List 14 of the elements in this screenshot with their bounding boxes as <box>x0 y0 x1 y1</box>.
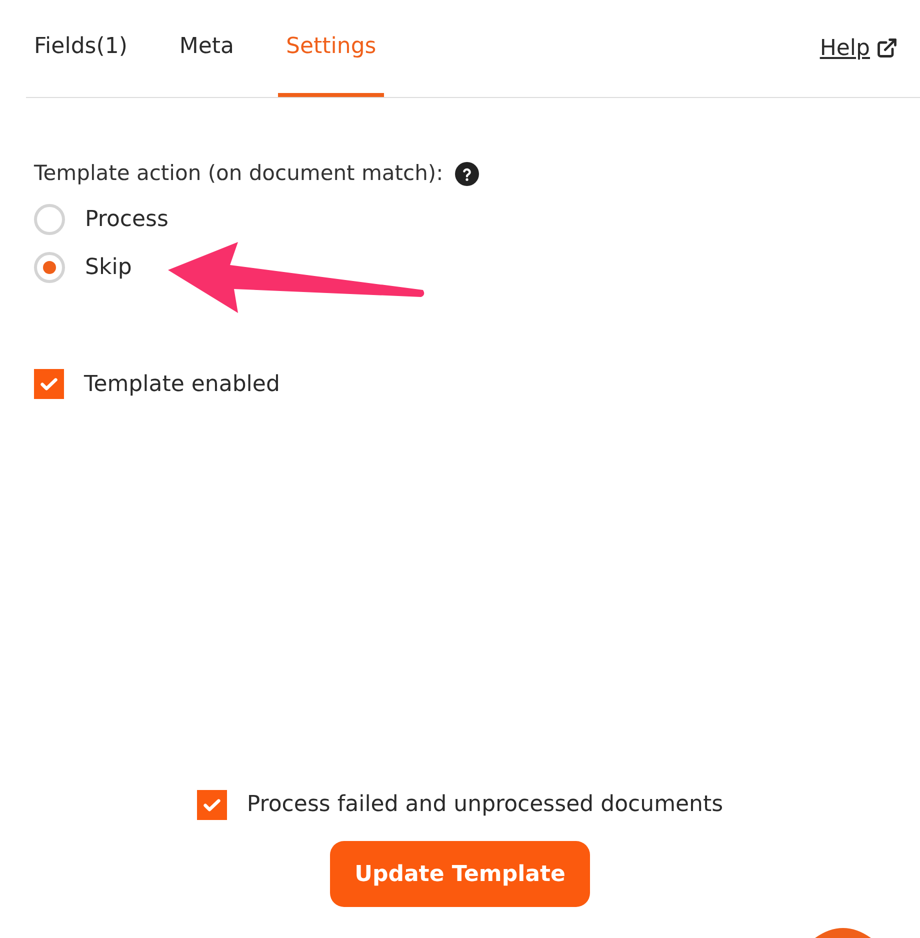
radio-button[interactable] <box>34 204 65 235</box>
radio-button[interactable] <box>34 252 65 283</box>
radio-label: Skip <box>85 254 132 282</box>
checkbox-label: Process failed and unprocessed documents <box>246 791 724 819</box>
help-link[interactable]: Help <box>820 0 898 97</box>
tab[interactable]: Fields(1) <box>26 0 136 97</box>
checkbox-label: Template enabled <box>84 370 280 398</box>
radio-label: Process <box>85 206 168 234</box>
help-icon[interactable] <box>455 162 480 186</box>
section-label: Template action (on document match): <box>34 160 444 187</box>
checkbox[interactable] <box>196 790 227 820</box>
external-link-icon <box>876 37 898 59</box>
tab[interactable]: Meta <box>171 0 242 97</box>
checkbox[interactable] <box>34 369 64 399</box>
